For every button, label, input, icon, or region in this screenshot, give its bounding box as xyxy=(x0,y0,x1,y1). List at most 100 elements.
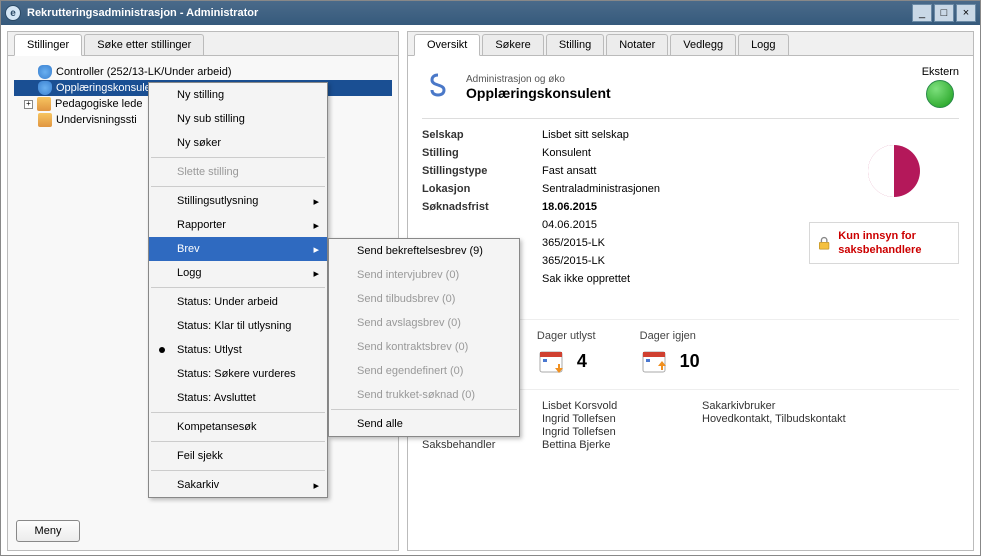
menu-item-stillingsutlysning[interactable]: Stillingsutlysning▸ xyxy=(149,189,327,213)
position-icon xyxy=(38,81,52,95)
context-menu: Ny stilling Ny sub stilling Ny søker Sle… xyxy=(148,82,328,498)
position-icon xyxy=(38,65,52,79)
submenu-arrow-icon: ▸ xyxy=(313,195,319,208)
department-label: Administrasjon og øko xyxy=(466,74,611,85)
context-submenu-brev: Send bekreftelsesbrev (9) Send intervjub… xyxy=(328,238,520,437)
menu-item-send-egendefinert: Send egendefinert (0) xyxy=(329,359,519,383)
group-icon xyxy=(38,113,52,127)
ekstern-label: Ekstern xyxy=(922,66,959,78)
tree-item[interactable]: Controller (252/13-LK/Under arbeid) xyxy=(14,64,392,80)
menu-item-sakarkiv[interactable]: Sakarkiv▸ xyxy=(149,473,327,497)
stat-value: 4 xyxy=(577,351,587,372)
expand-icon[interactable]: + xyxy=(24,100,33,109)
detail-value: Lisbet sitt selskap xyxy=(542,129,809,141)
checked-icon xyxy=(159,347,165,353)
menu-item-status-utlyst[interactable]: Status: Utlyst xyxy=(149,338,327,362)
menu-item-ny-sub-stilling[interactable]: Ny sub stilling xyxy=(149,107,327,131)
menu-item-ny-soker[interactable]: Ny søker xyxy=(149,131,327,155)
menu-separator xyxy=(151,157,325,158)
detail-label: Stilling xyxy=(422,147,542,159)
menu-separator xyxy=(151,186,325,187)
menu-separator xyxy=(151,412,325,413)
detail-value: Fast ansatt xyxy=(542,165,809,177)
tab-oversikt[interactable]: Oversikt xyxy=(414,34,480,56)
maximize-button[interactable]: □ xyxy=(934,4,954,22)
tab-vedlegg[interactable]: Vedlegg xyxy=(670,34,736,55)
tab-soke-etter-stillinger[interactable]: Søke etter stillinger xyxy=(84,34,204,55)
restriction-text: Kun innsyn for saksbehandlere xyxy=(838,229,950,258)
ekstern-indicator: Ekstern xyxy=(922,66,959,108)
stat-label: Dager igjen xyxy=(640,330,700,342)
left-tabs: Stillinger Søke etter stillinger xyxy=(8,32,398,56)
menu-separator xyxy=(151,287,325,288)
menu-item-status-avsluttet[interactable]: Status: Avsluttet xyxy=(149,386,327,410)
detail-value: Sak ikke opprettet xyxy=(542,273,809,285)
stat-value: 10 xyxy=(680,351,700,372)
tree: Controller (252/13-LK/Under arbeid) Oppl… xyxy=(8,56,398,550)
menu-item-send-alle[interactable]: Send alle xyxy=(329,412,519,436)
detail-value: Sentraladministrasjonen xyxy=(542,183,809,195)
company-logo xyxy=(809,141,959,201)
stat-label: Dager utlyst xyxy=(537,330,596,342)
menu-item-ny-stilling[interactable]: Ny stilling xyxy=(149,83,327,107)
menu-separator xyxy=(151,441,325,442)
menu-item-kompetansesok[interactable]: Kompetansesøk xyxy=(149,415,327,439)
menu-item-feil-sjekk[interactable]: Feil sjekk xyxy=(149,444,327,468)
contact-role: Saksbehandler xyxy=(422,439,542,451)
tab-stilling[interactable]: Stilling xyxy=(546,34,604,55)
calendar-up-icon xyxy=(537,347,567,375)
menu-item-status-vurderes[interactable]: Status: Søkere vurderes xyxy=(149,362,327,386)
menu-item-brev[interactable]: Brev▸ xyxy=(149,237,327,261)
menu-separator xyxy=(331,409,517,410)
submenu-arrow-icon: ▸ xyxy=(313,267,319,280)
detail-label: Selskap xyxy=(422,129,542,141)
menu-item-rapporter[interactable]: Rapporter▸ xyxy=(149,213,327,237)
lock-icon xyxy=(818,232,830,254)
detail-value: Konsulent xyxy=(542,147,809,159)
menu-item-status-klar[interactable]: Status: Klar til utlysning xyxy=(149,314,327,338)
stat-dager-igjen: Dager igjen 10 xyxy=(640,330,700,375)
menu-item-send-kontraktsbrev: Send kontraktsbrev (0) xyxy=(329,335,519,359)
menu-item-send-bekreftelsesbrev[interactable]: Send bekreftelsesbrev (9) xyxy=(329,239,519,263)
menu-item-send-trukket: Send trukket-søknad (0) xyxy=(329,383,519,407)
tree-label: Pedagogiske lede xyxy=(55,98,142,110)
submenu-arrow-icon: ▸ xyxy=(313,243,319,256)
contact-name: Ingrid Tollefsen xyxy=(542,413,702,425)
menu-item-send-avslagsbrev: Send avslagsbrev (0) xyxy=(329,311,519,335)
restriction-notice: Kun innsyn for saksbehandlere xyxy=(809,222,959,265)
contact-extra xyxy=(702,426,959,438)
menu-item-slette-stilling: Slette stilling xyxy=(149,160,327,184)
menu-item-logg[interactable]: Logg▸ xyxy=(149,261,327,285)
minimize-button[interactable]: _ xyxy=(912,4,932,22)
stat-dager-utlyst: Dager utlyst 4 xyxy=(537,330,596,375)
tab-notater[interactable]: Notater xyxy=(606,34,668,55)
menu-separator xyxy=(151,470,325,471)
detail-label: Lokasjon xyxy=(422,183,542,195)
window-title: Rekrutteringsadministrasjon - Administra… xyxy=(27,7,912,19)
tab-stillinger[interactable]: Stillinger xyxy=(14,34,82,56)
tree-label: Undervisningssti xyxy=(56,114,137,126)
detail-value: 04.06.2015 xyxy=(542,219,809,231)
detail-label: Søknadsfrist xyxy=(422,201,542,213)
titlebar: e Rekrutteringsadministrasjon - Administ… xyxy=(1,1,980,25)
tab-logg[interactable]: Logg xyxy=(738,34,788,55)
contact-name: Bettina Bjerke xyxy=(542,439,702,451)
contact-extra: Hovedkontakt, Tilbudskontakt xyxy=(702,413,959,425)
tab-sokere[interactable]: Søkere xyxy=(482,34,543,55)
close-button[interactable]: × xyxy=(956,4,976,22)
submenu-arrow-icon: ▸ xyxy=(313,479,319,492)
group-icon xyxy=(37,97,51,111)
contact-name: Ingrid Tollefsen xyxy=(542,426,702,438)
contact-extra: Sakarkivbruker xyxy=(702,400,959,412)
detail-value: 18.06.2015 xyxy=(542,201,809,213)
meny-button[interactable]: Meny xyxy=(16,520,80,542)
section-icon xyxy=(422,71,454,103)
contact-extra xyxy=(702,439,959,451)
detail-value: 365/2015-LK xyxy=(542,255,809,267)
menu-item-send-tilbudsbrev: Send tilbudsbrev (0) xyxy=(329,287,519,311)
calendar-down-icon xyxy=(640,347,670,375)
menu-item-status-under-arbeid[interactable]: Status: Under arbeid xyxy=(149,290,327,314)
contact-name: Lisbet Korsvold xyxy=(542,400,702,412)
right-tabs: Oversikt Søkere Stilling Notater Vedlegg… xyxy=(408,32,973,56)
submenu-arrow-icon: ▸ xyxy=(313,219,319,232)
